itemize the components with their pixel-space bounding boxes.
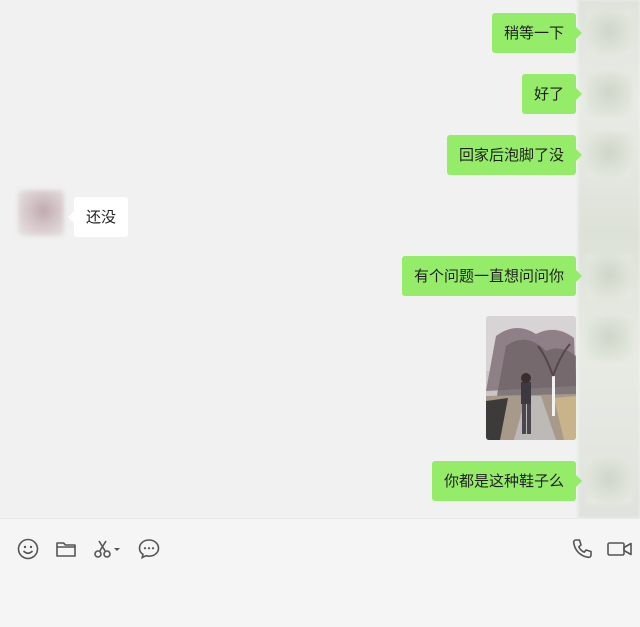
my-avatar[interactable] xyxy=(586,316,632,362)
image-message[interactable] xyxy=(486,316,576,440)
phone-icon[interactable] xyxy=(570,537,594,561)
my-avatar[interactable] xyxy=(586,72,632,118)
video-icon[interactable] xyxy=(606,537,634,561)
message-bubble-sent[interactable]: 回家后泡脚了没 xyxy=(446,135,583,175)
my-avatar[interactable] xyxy=(586,458,632,504)
scissors-icon[interactable] xyxy=(92,537,122,561)
chat-history-icon[interactable] xyxy=(137,537,161,561)
message-bubble-sent[interactable]: 稍等一下 xyxy=(491,13,583,53)
message-bubble-received[interactable]: 还没 xyxy=(67,197,129,237)
emoji-icon[interactable] xyxy=(16,537,40,561)
input-toolbar xyxy=(0,518,640,627)
folder-icon[interactable] xyxy=(54,537,78,561)
photo-woman-trees xyxy=(486,316,576,440)
my-avatar[interactable] xyxy=(586,10,632,56)
message-bubble-sent[interactable]: 你都是这种鞋子么 xyxy=(431,461,583,501)
message-bubble-sent[interactable]: 好了 xyxy=(521,74,583,114)
chat-panel: 稍等一下 好了 回家后泡脚了没 还没 有个问题一直想问问你 你都是这种鞋子么 xyxy=(0,0,640,518)
contact-avatar[interactable] xyxy=(18,190,64,236)
my-avatar[interactable] xyxy=(586,132,632,178)
message-bubble-sent[interactable]: 有个问题一直想问问你 xyxy=(401,256,583,296)
my-avatar[interactable] xyxy=(586,254,632,300)
